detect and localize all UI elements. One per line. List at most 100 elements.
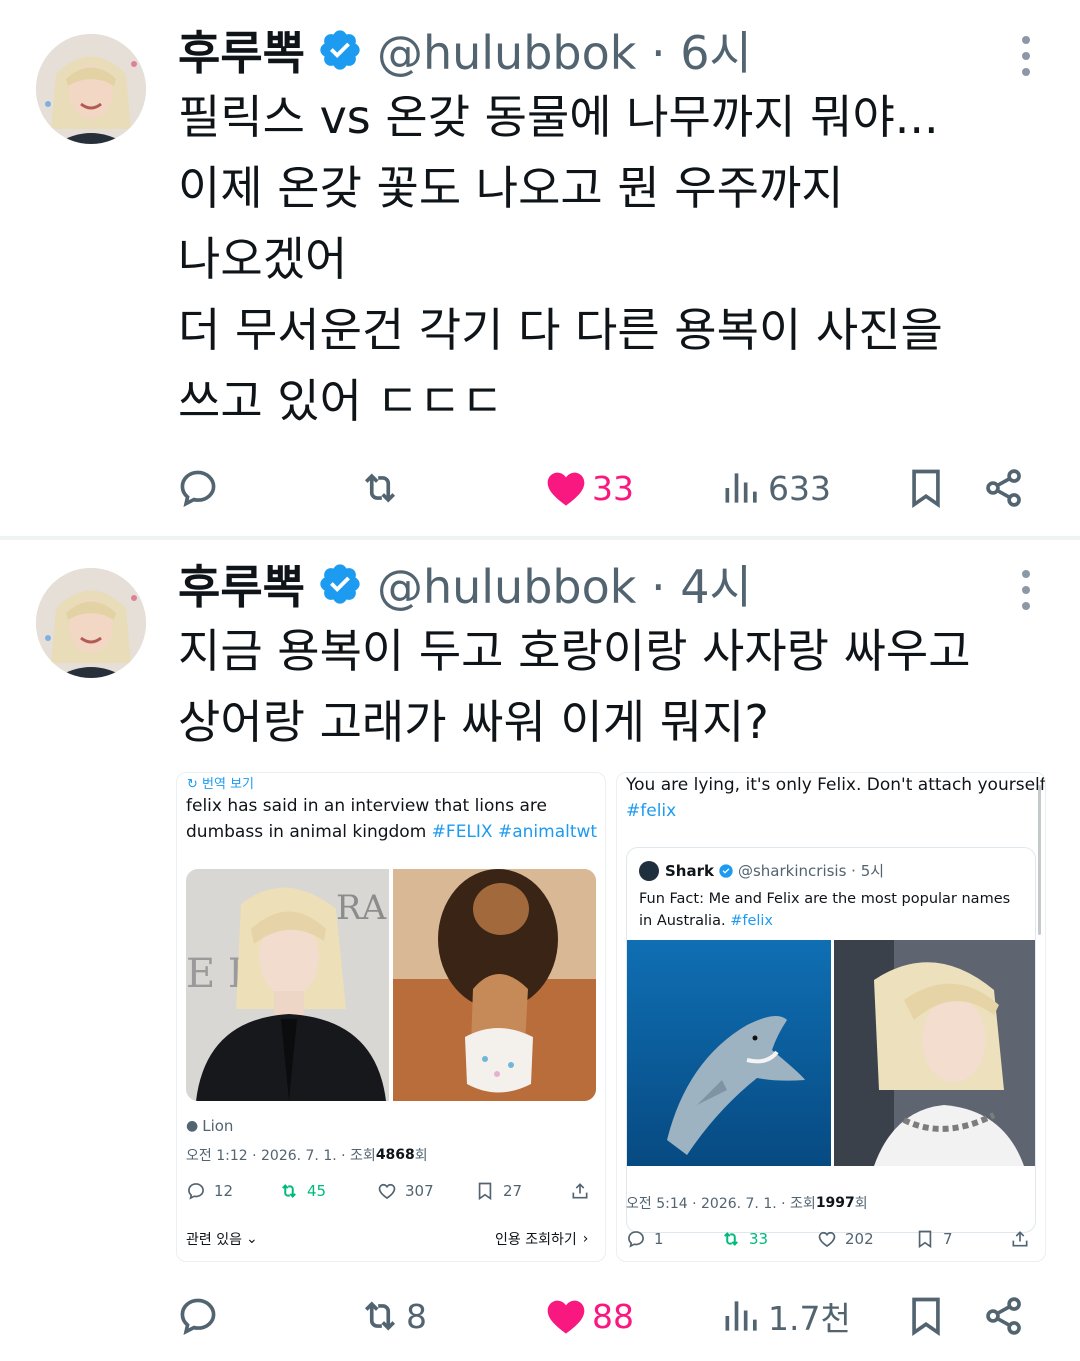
reply-icon — [628, 1231, 644, 1248]
share-icon — [986, 469, 1021, 507]
related-label: 관련 있음 — [186, 1232, 242, 1248]
verified-badge-icon — [320, 30, 360, 70]
quoted-text: You are lying, it's only Felix. Don't at… — [626, 773, 1046, 824]
post-views-suffix: 회 — [414, 1148, 428, 1164]
related-dropdown[interactable]: 관련 있음 ⌄ — [186, 1229, 258, 1249]
quote-views-link[interactable]: 인용 조회하기 › — [495, 1229, 588, 1249]
tweet-text: 지금 용복이 두고 호랑이랑 사자랑 싸우고 상어랑 고래가 싸워 이게 뭐지? — [178, 616, 1058, 758]
reply-count: 1 — [654, 1230, 664, 1248]
display-name: Shark — [665, 861, 714, 880]
quote-views-label: 인용 조회하기 — [495, 1232, 577, 1248]
chevron-right-icon: › — [582, 1231, 589, 1247]
quoted-share[interactable] — [570, 1181, 598, 1201]
like-button[interactable]: 33 — [544, 460, 634, 516]
heart-icon — [378, 1183, 396, 1200]
avatar-photo — [36, 568, 146, 678]
retweet-button[interactable]: 8 — [358, 1288, 427, 1344]
translate-icon: ↻ — [187, 777, 203, 792]
retweet-icon — [364, 1301, 396, 1331]
quoted-bookmark[interactable]: 7 — [915, 1229, 953, 1249]
tweet-line: 나오겠어 — [178, 232, 348, 286]
tweet-line: 쓰고 있어 ㄷㄷㄷ — [178, 374, 504, 428]
retweet-icon — [364, 473, 396, 503]
hashtags[interactable]: #FELIX #animaltwt — [432, 822, 597, 842]
quoted-line: dumbass in animal kingdom #FELIX #animal… — [186, 819, 601, 845]
attached-image-right[interactable]: You are lying, it's only Felix. Don't at… — [616, 772, 1046, 1262]
quoted-line-text: dumbass in animal kingdom — [186, 822, 432, 842]
nested-quote-line: Fun Fact: Me and Felix are the most popu… — [639, 891, 1011, 907]
avatar[interactable] — [36, 34, 146, 144]
quoted-line: You are lying, it's only Felix. Don't at… — [626, 775, 1046, 795]
upload-share-icon — [1012, 1231, 1028, 1247]
bookmark-button[interactable] — [904, 460, 948, 516]
retweet-icon — [282, 1184, 296, 1198]
like-count: 33 — [592, 468, 634, 508]
post-views: 1997 — [815, 1195, 855, 1211]
bookmark-count: 27 — [503, 1182, 523, 1200]
upload-share-icon — [572, 1183, 588, 1199]
like-button[interactable]: 88 — [544, 1288, 634, 1344]
tweet-header: 후루뽁 @hulubbok · 4시 — [178, 554, 752, 614]
verified-badge-icon — [320, 564, 360, 604]
quoted-like[interactable]: 307 — [377, 1181, 434, 1201]
display-name[interactable]: 후루뽁 — [178, 17, 305, 83]
share-button[interactable] — [982, 460, 1026, 516]
quoted-reply[interactable]: 1 — [626, 1229, 664, 1249]
chevron-down-icon: ⌄ — [245, 1231, 258, 1247]
post-meta-text: 오전 1:12 · 2026. 7. 1. · 조회 — [186, 1148, 376, 1164]
bookmark-button[interactable] — [904, 1288, 948, 1344]
hashtag[interactable]: #felix — [730, 913, 773, 929]
share-button[interactable] — [982, 1288, 1026, 1344]
bookmark-count: 7 — [943, 1230, 953, 1248]
nested-quote-card[interactable]: Shark @sharkincrisis · 5시 Fun Fact: Me a… — [626, 847, 1036, 1233]
quoted-retweet[interactable]: 33 — [721, 1229, 768, 1249]
attached-image-left[interactable]: ↻ 번역 보기 felix has said in an interview t… — [176, 772, 606, 1262]
translate-link[interactable]: ↻ 번역 보기 — [187, 773, 254, 792]
quoted-retweet[interactable]: 45 — [279, 1181, 326, 1201]
tweet-line: 더 무서운건 각기 다 다른 용복이 사진을 — [178, 303, 943, 357]
quoted-share[interactable] — [1010, 1229, 1038, 1249]
bookmark-icon — [912, 1297, 940, 1336]
handle-and-time[interactable]: @hulubbok · 6시 — [377, 17, 752, 83]
display-name[interactable]: 후루뽁 — [178, 551, 305, 617]
retweet-icon — [724, 1232, 738, 1246]
tweet-line: 필릭스 vs 온갖 동물에 나무까지 뭐야... — [178, 90, 939, 144]
tweet-2[interactable]: 후루뽁 @hulubbok · 4시 지금 용복이 두고 호랑이랑 사자랑 싸우… — [0, 540, 1080, 1361]
backdrop-letters: RA — [336, 888, 387, 928]
tweet-line: 지금 용복이 두고 호랑이랑 사자랑 싸우고 — [178, 624, 971, 678]
views-chart-icon — [725, 473, 757, 503]
tweet-header: 후루뽁 @hulubbok · 6시 — [178, 20, 752, 80]
hashtag[interactable]: #felix — [626, 798, 1041, 824]
reply-button[interactable] — [176, 460, 220, 516]
reply-button[interactable] — [176, 1288, 220, 1344]
action-bar: 8 88 1.7천 — [176, 1288, 1036, 1344]
photo-lion-diaper — [393, 869, 596, 1101]
quoted-bookmark[interactable]: 27 — [475, 1181, 522, 1201]
retweet-count: 8 — [406, 1296, 427, 1336]
quoted-reply[interactable]: 12 — [186, 1181, 233, 1201]
handle-and-time[interactable]: @hulubbok · 4시 — [377, 551, 752, 617]
view-count: 1.7천 — [768, 1299, 851, 1338]
share-icon — [986, 1297, 1021, 1335]
like-count: 307 — [405, 1182, 434, 1200]
action-bar: 33 633 — [176, 460, 1036, 516]
views-button[interactable]: 633 — [720, 460, 831, 516]
nested-quote-header: Shark @sharkincrisis · 5시 — [639, 860, 884, 881]
bookmark-icon — [912, 469, 940, 508]
more-options-icon[interactable] — [1020, 34, 1032, 78]
tweet-1[interactable]: 후루뽁 @hulubbok · 6시 필릭스 vs 온갖 동물에 나무까지 뭐야… — [0, 0, 1080, 536]
more-options-icon[interactable] — [1020, 568, 1032, 612]
photo-shark — [627, 940, 831, 1166]
view-count: 633 — [768, 468, 831, 508]
nested-quote-line: in Australia. #felix — [639, 910, 1010, 932]
verified-badge-icon — [719, 863, 733, 878]
avatar[interactable] — [36, 568, 146, 678]
scrollbar[interactable] — [1038, 785, 1041, 935]
nested-quote-text: Fun Fact: Me and Felix are the most popu… — [639, 888, 1010, 932]
retweet-count: 45 — [307, 1182, 327, 1200]
reply-icon — [180, 470, 216, 507]
quoted-like[interactable]: 202 — [817, 1229, 874, 1249]
retweet-button[interactable] — [358, 460, 402, 516]
reply-icon — [180, 1298, 216, 1335]
views-button[interactable]: 1.7천 — [720, 1288, 851, 1344]
